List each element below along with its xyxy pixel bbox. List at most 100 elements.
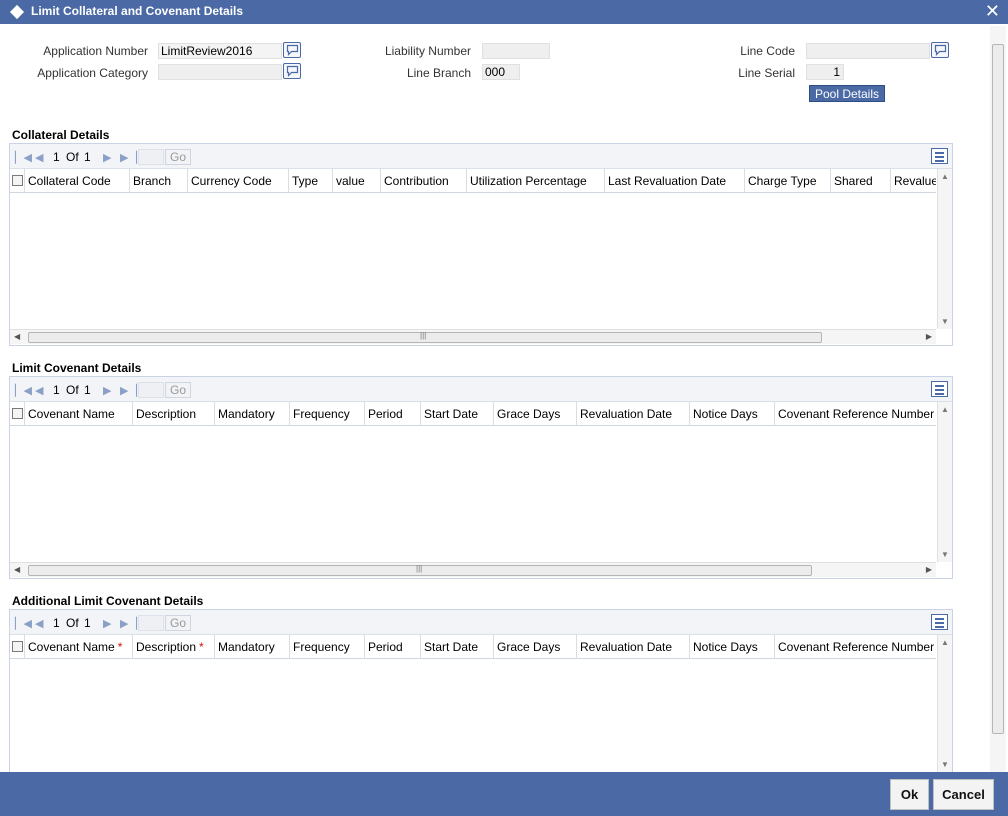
column-header[interactable]: Revaluation Date [576,402,689,425]
column-header[interactable]: Notice Days [689,402,774,425]
collateral-horizontal-scrollbar[interactable]: ◀ ||| ▶ [10,329,936,344]
last-page-icon[interactable]: ▶▕ [120,384,137,397]
column-header[interactable]: Mandatory [214,402,289,425]
select-all-checkbox[interactable] [12,175,23,186]
application-category-lov-icon[interactable] [283,63,301,79]
column-menu-icon[interactable] [931,381,948,397]
column-header[interactable]: Last Revaluation Date [604,169,744,192]
column-header[interactable]: Description [132,402,214,425]
prev-page-icon[interactable]: ◀ [35,617,43,630]
next-page-icon[interactable]: ▶ [103,617,111,630]
window-titlebar: Limit Collateral and Covenant Details ✕ [0,0,1008,24]
application-number-label: Application Number [43,44,148,58]
column-header[interactable]: Period [364,635,420,658]
additional-covenant-vertical-scrollbar[interactable]: ▲ ▼ [937,635,952,772]
pool-details-button[interactable]: Pool Details [809,85,885,102]
required-marker: * [199,640,204,654]
column-header[interactable]: Grace Days [493,402,576,425]
column-header[interactable]: Frequency [289,635,364,658]
first-page-icon[interactable]: ▏◀ [15,384,32,397]
application-number-field[interactable]: LimitReview2016 [158,43,282,59]
column-header-label: Covenant Name [28,640,115,654]
total-pages: 1 [84,616,91,630]
column-header[interactable]: Revalue [890,169,936,192]
go-button[interactable]: Go [165,149,191,165]
column-header[interactable]: Covenant Reference Number [774,635,936,658]
first-page-icon[interactable]: ▏◀ [15,151,32,164]
first-page-icon[interactable]: ▏◀ [15,617,32,630]
column-header[interactable]: Covenant Name * [24,635,132,658]
column-header[interactable]: Branch [129,169,187,192]
line-serial-field[interactable]: 1 [806,64,844,80]
column-header[interactable]: Mandatory [214,635,289,658]
last-page-icon[interactable]: ▶▕ [120,151,137,164]
column-header[interactable]: Utilization Percentage [466,169,604,192]
page-input[interactable] [138,615,164,631]
column-header[interactable]: Start Date [420,635,493,658]
covenant-header-row: Covenant Name Description Mandatory Freq… [10,402,936,426]
collateral-vertical-scrollbar[interactable]: ▲ ▼ [937,169,952,329]
diamond-icon [9,4,25,20]
liability-number-field[interactable] [482,43,550,59]
current-page: 1 [53,616,60,630]
of-label: Of [66,150,79,164]
column-header[interactable]: Covenant Name [24,402,132,425]
additional-covenant-pager: ▏◀ ◀ 1 Of 1 ▶ ▶▕ Go [10,610,952,635]
line-code-field[interactable] [806,43,930,59]
prev-page-icon[interactable]: ◀ [35,151,43,164]
close-icon[interactable]: ✕ [985,0,1000,22]
go-button[interactable]: Go [165,615,191,631]
covenant-pager: ▏◀ ◀ 1 Of 1 ▶ ▶▕ Go [10,377,952,402]
column-header[interactable]: Type [288,169,332,192]
liability-number-label: Liability Number [384,44,471,58]
go-button[interactable]: Go [165,382,191,398]
next-page-icon[interactable]: ▶ [103,384,111,397]
column-header[interactable]: value [332,169,380,192]
column-header[interactable]: Period [364,402,420,425]
page-input[interactable] [138,149,164,165]
application-category-field[interactable] [158,64,282,80]
column-header[interactable]: Covenant Reference Number [774,402,936,425]
column-header[interactable]: Contribution [380,169,466,192]
window-vertical-scrollbar[interactable] [990,26,1006,772]
column-header-label: Description [136,640,197,654]
window-title: Limit Collateral and Covenant Details [31,4,244,18]
covenant-grid: ▏◀ ◀ 1 Of 1 ▶ ▶▕ Go Covenant Name Descri… [9,376,953,579]
column-header[interactable]: Revaluation Date [576,635,689,658]
collateral-header-row: Collateral Code Branch Currency Code Typ… [10,169,936,193]
column-menu-icon[interactable] [931,148,948,164]
footer-bar: Ok Cancel [0,772,1008,816]
column-header[interactable]: Currency Code [187,169,288,192]
collateral-pager: ▏◀ ◀ 1 Of 1 ▶ ▶▕ Go [10,144,952,169]
column-header[interactable]: Description * [132,635,214,658]
column-header[interactable]: Collateral Code [24,169,129,192]
line-branch-field[interactable]: 000 [482,64,520,80]
select-all-checkbox[interactable] [12,408,23,419]
line-code-lov-icon[interactable] [931,42,949,58]
page-input[interactable] [138,382,164,398]
select-all-checkbox[interactable] [12,641,23,652]
covenant-horizontal-scrollbar[interactable]: ◀ ||| ▶ [10,562,936,577]
column-header[interactable]: Grace Days [493,635,576,658]
collateral-grid: ▏◀ ◀ 1 Of 1 ▶ ▶▕ Go Collateral Code Bran… [9,143,953,346]
current-page: 1 [53,150,60,164]
of-label: Of [66,616,79,630]
column-header[interactable]: Charge Type [744,169,830,192]
ok-button[interactable]: Ok [890,779,929,810]
covenant-vertical-scrollbar[interactable]: ▲ ▼ [937,402,952,562]
column-header[interactable]: Notice Days [689,635,774,658]
column-header[interactable]: Start Date [420,402,493,425]
additional-covenant-grid: ▏◀ ◀ 1 Of 1 ▶ ▶▕ Go Covenant Name * Descr… [9,609,953,772]
prev-page-icon[interactable]: ◀ [35,384,43,397]
last-page-icon[interactable]: ▶▕ [120,617,137,630]
application-number-lov-icon[interactable] [283,42,301,58]
column-header[interactable]: Shared [830,169,890,192]
cancel-button[interactable]: Cancel [933,779,994,810]
column-header[interactable]: Frequency [289,402,364,425]
line-branch-label: Line Branch [406,66,471,80]
additional-covenant-header-row: Covenant Name * Description * Mandatory Fr… [10,635,936,659]
line-code-label: Line Code [740,44,795,58]
line-serial-label: Line Serial [738,66,795,80]
next-page-icon[interactable]: ▶ [103,151,111,164]
column-menu-icon[interactable] [931,614,948,630]
